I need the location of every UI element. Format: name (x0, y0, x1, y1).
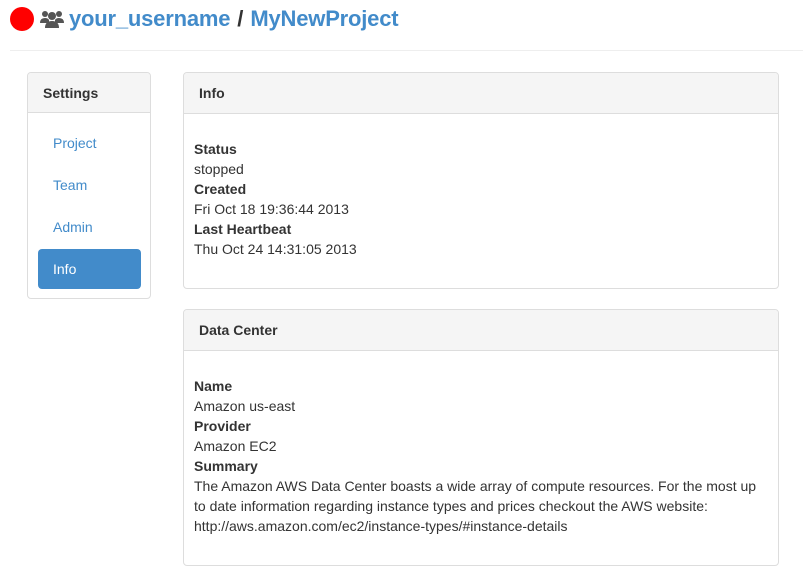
dc-summary-value: The Amazon AWS Data Center boasts a wide… (194, 478, 757, 534)
settings-sidebar: Settings Project Team Admin Info (27, 72, 151, 299)
datacenter-panel-body: Name Amazon us-east Provider Amazon EC2 … (184, 351, 778, 546)
info-panel: Info Status stopped Created Fri Oct 18 1… (183, 72, 779, 289)
header-divider (10, 50, 803, 51)
users-icon (40, 9, 64, 29)
dc-name-value: Amazon us-east (194, 398, 296, 414)
created-label: Created (194, 181, 247, 197)
status-indicator-icon (10, 7, 34, 31)
dc-summary-label: Summary (194, 458, 258, 474)
breadcrumb-separator: / (237, 6, 244, 31)
sidebar-item-info[interactable]: Info (38, 249, 141, 289)
project-link[interactable]: MyNewProject (250, 6, 398, 32)
created-value: Fri Oct 18 19:36:44 2013 (194, 201, 349, 217)
last-heartbeat-label: Last Heartbeat (194, 221, 292, 237)
dc-provider-value: Amazon EC2 (194, 438, 277, 454)
status-label: Status (194, 141, 237, 157)
sidebar-item-project[interactable]: Project (38, 123, 141, 163)
last-heartbeat-value: Thu Oct 24 14:31:05 2013 (194, 241, 357, 257)
info-panel-heading: Info (184, 73, 778, 114)
status-value: stopped (194, 161, 244, 177)
sidebar-item-admin[interactable]: Admin (38, 207, 141, 247)
username-link[interactable]: your_username (69, 6, 230, 32)
dc-provider-label: Provider (194, 418, 251, 434)
sidebar-nav: Project Team Admin Info (28, 113, 150, 289)
datacenter-panel: Data Center Name Amazon us-east Provider… (183, 309, 779, 566)
datacenter-panel-heading: Data Center (184, 310, 778, 351)
page-header: your_username / MyNewProject (10, 4, 399, 34)
sidebar-item-team[interactable]: Team (38, 165, 141, 205)
dc-name-label: Name (194, 378, 233, 394)
sidebar-heading: Settings (28, 73, 150, 113)
info-panel-body: Status stopped Created Fri Oct 18 19:36:… (184, 114, 778, 269)
